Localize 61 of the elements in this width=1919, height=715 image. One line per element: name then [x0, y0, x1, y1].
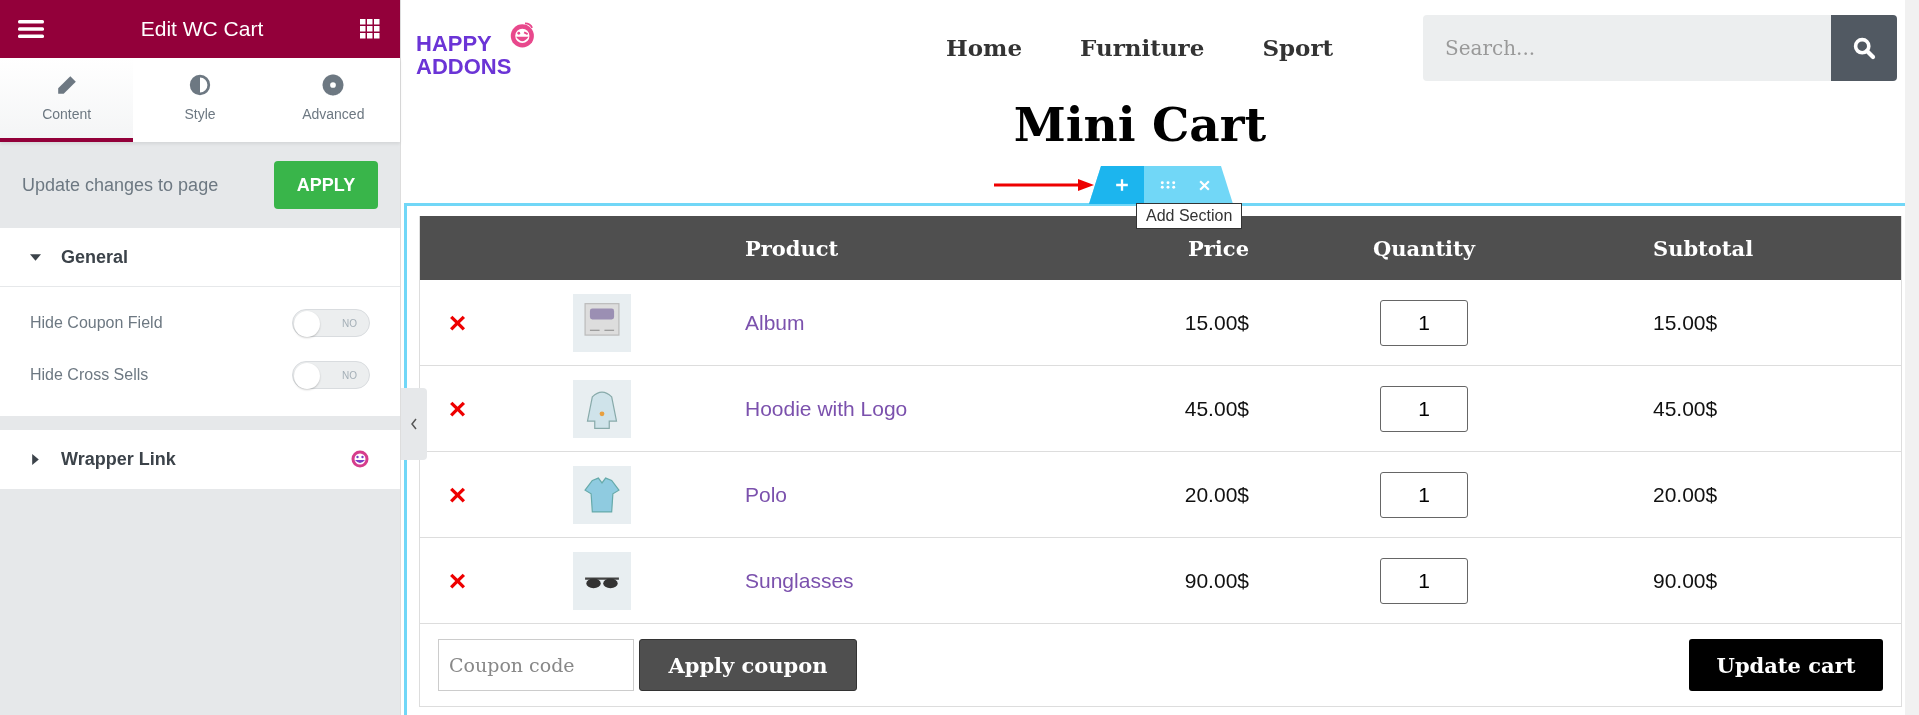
quantity-field[interactable]: 1: [1380, 385, 1468, 432]
contrast-icon: [189, 74, 211, 96]
product-thumbnail[interactable]: [573, 293, 631, 352]
column-header: Price: [1187, 235, 1249, 261]
subtotal-text: 45.00$: [1653, 396, 1718, 421]
page-title: Mini Cart: [1012, 97, 1268, 153]
column-header: Product: [745, 235, 840, 261]
price-text: 90.00$: [1184, 568, 1249, 593]
menu-icon[interactable]: [18, 19, 44, 39]
coupon-field[interactable]: Coupon code: [438, 639, 634, 691]
price-text: 15.00$: [1184, 310, 1249, 335]
remove-item-button[interactable]: ×: [448, 393, 467, 424]
product-thumbnail[interactable]: [573, 551, 631, 610]
caret-icon: [30, 453, 41, 465]
product-link[interactable]: Sunglasses: [745, 568, 854, 593]
caret-icon: [30, 251, 41, 263]
subtotal-text: 15.00$: [1653, 310, 1718, 335]
section-header[interactable]: Wrapper Link: [0, 430, 400, 489]
quantity-field[interactable]: 1: [1380, 471, 1468, 518]
apps-grid-icon[interactable]: [360, 19, 380, 39]
panel-tab[interactable]: Advanced: [266, 58, 400, 142]
control-label: Hide Cross Sells: [30, 366, 149, 384]
update-cart-button[interactable]: Update cart: [1689, 639, 1883, 691]
tooltip: Add Section: [1136, 203, 1243, 229]
panel-tab[interactable]: Style: [133, 58, 267, 142]
column-header: Quantity: [1372, 235, 1477, 261]
apply-coupon-button[interactable]: Apply coupon: [639, 639, 857, 691]
remove-item-button[interactable]: ×: [448, 479, 467, 510]
smiley-badge-icon: [350, 449, 370, 469]
nav-link[interactable]: Home: [946, 34, 1023, 61]
search-icon: [1852, 35, 1876, 60]
subtotal-text: 20.00$: [1653, 482, 1718, 507]
pencil-icon: [55, 74, 78, 96]
product-link[interactable]: Hoodie with Logo: [745, 396, 908, 421]
close-icon[interactable]: [1198, 178, 1211, 192]
product-link[interactable]: Album: [745, 310, 805, 335]
product-thumbnail[interactable]: [573, 379, 631, 438]
control-label: Hide Coupon Field: [30, 314, 163, 332]
apply-hint: Update changes to page: [22, 174, 219, 196]
search-button[interactable]: [1831, 14, 1897, 81]
remove-item-button[interactable]: ×: [448, 307, 467, 338]
drag-icon[interactable]: [1160, 180, 1176, 190]
product-thumbnail[interactable]: [573, 465, 631, 524]
section-header[interactable]: General: [0, 228, 400, 287]
quantity-field[interactable]: 1: [1380, 557, 1468, 604]
search-field[interactable]: Search...: [1423, 14, 1831, 81]
subtotal-text: 90.00$: [1653, 568, 1718, 593]
quantity-field[interactable]: 1: [1380, 299, 1468, 346]
panel-tab[interactable]: Content: [0, 58, 134, 142]
price-text: 45.00$: [1184, 396, 1249, 421]
column-header: Subtotal: [1652, 235, 1755, 261]
nav-link[interactable]: Furniture: [1080, 34, 1205, 61]
product-link[interactable]: Polo: [745, 482, 788, 507]
chevron-left-icon: [410, 418, 418, 430]
logo[interactable]: HAPPY ADDONS: [416, 17, 536, 78]
nav-link[interactable]: Sport: [1262, 34, 1334, 61]
price-text: 20.00$: [1184, 482, 1249, 507]
add-icon[interactable]: [1115, 178, 1129, 192]
panel-title: Edit WC Cart: [139, 17, 265, 41]
remove-item-button[interactable]: ×: [448, 565, 467, 596]
section-handle[interactable]: [1089, 166, 1233, 204]
